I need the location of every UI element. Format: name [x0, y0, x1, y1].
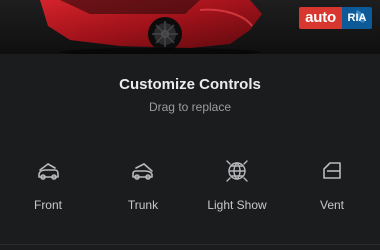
control-front[interactable]: Front: [8, 158, 88, 222]
watermark-ria-text: RIA: [347, 12, 367, 24]
watermark-auto-text: auto: [299, 7, 342, 29]
control-light-show-label: Light Show: [207, 198, 267, 212]
control-light-show[interactable]: Light Show: [197, 158, 277, 222]
window-vent-icon: [323, 162, 341, 179]
front-trunk-icon: [38, 163, 59, 180]
control-vent-label: Vent: [319, 198, 345, 212]
control-trunk[interactable]: Trunk: [103, 158, 183, 222]
control-front-label: Front: [33, 198, 62, 212]
rear-trunk-icon: [132, 163, 153, 180]
car-hero-image: auto RIA: [0, 0, 380, 54]
control-trunk-label: Trunk: [127, 198, 159, 212]
panel-title: Customize Controls: [119, 76, 261, 93]
control-vent[interactable]: Vent: [292, 158, 372, 222]
customize-controls-panel: Customize Controls Drag to replace Front: [0, 54, 380, 250]
watermark-ria-badge: RIA: [342, 7, 372, 29]
autoria-watermark-logo: auto RIA: [299, 7, 372, 29]
light-show-icon: [226, 160, 248, 182]
divider: [0, 244, 380, 245]
panel-subtitle: Drag to replace: [148, 100, 232, 114]
control-options-row: Front Trunk Light Show Vent: [0, 158, 380, 228]
